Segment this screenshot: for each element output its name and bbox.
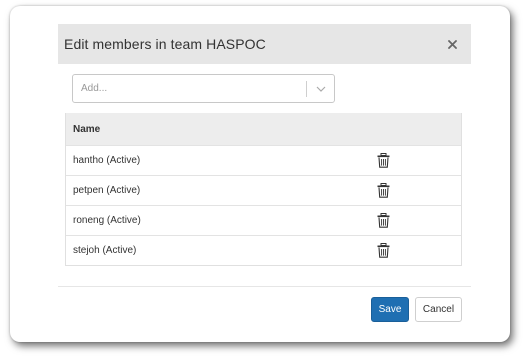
- column-header-name: Name: [73, 123, 101, 135]
- footer-divider: [58, 286, 471, 287]
- table-row: petpen (Active): [66, 175, 461, 205]
- members-table: Name hantho (Active) petpen (Active) ron…: [65, 113, 462, 266]
- chevron-down-icon[interactable]: [307, 86, 334, 92]
- cancel-button[interactable]: Cancel: [415, 297, 462, 322]
- add-member-placeholder: Add...: [81, 83, 108, 94]
- trash-icon[interactable]: [377, 183, 390, 198]
- table-header: Name: [66, 113, 461, 145]
- member-name: roneng (Active): [73, 215, 141, 226]
- table-row: hantho (Active): [66, 145, 461, 175]
- trash-icon[interactable]: [377, 153, 390, 168]
- trash-icon[interactable]: [377, 213, 390, 228]
- edit-members-dialog: Edit members in team HASPOC Add... Name …: [10, 6, 510, 342]
- table-row: stejoh (Active): [66, 235, 461, 265]
- member-name: stejoh (Active): [73, 245, 137, 256]
- member-name: hantho (Active): [73, 155, 141, 166]
- dialog-title: Edit members in team HASPOC: [64, 36, 266, 52]
- save-button[interactable]: Save: [371, 297, 409, 322]
- member-name: petpen (Active): [73, 185, 141, 196]
- table-row: roneng (Active): [66, 205, 461, 235]
- close-icon[interactable]: [445, 37, 459, 51]
- trash-icon[interactable]: [377, 243, 390, 258]
- dialog-header: Edit members in team HASPOC: [58, 24, 471, 64]
- add-member-select[interactable]: Add...: [72, 74, 335, 103]
